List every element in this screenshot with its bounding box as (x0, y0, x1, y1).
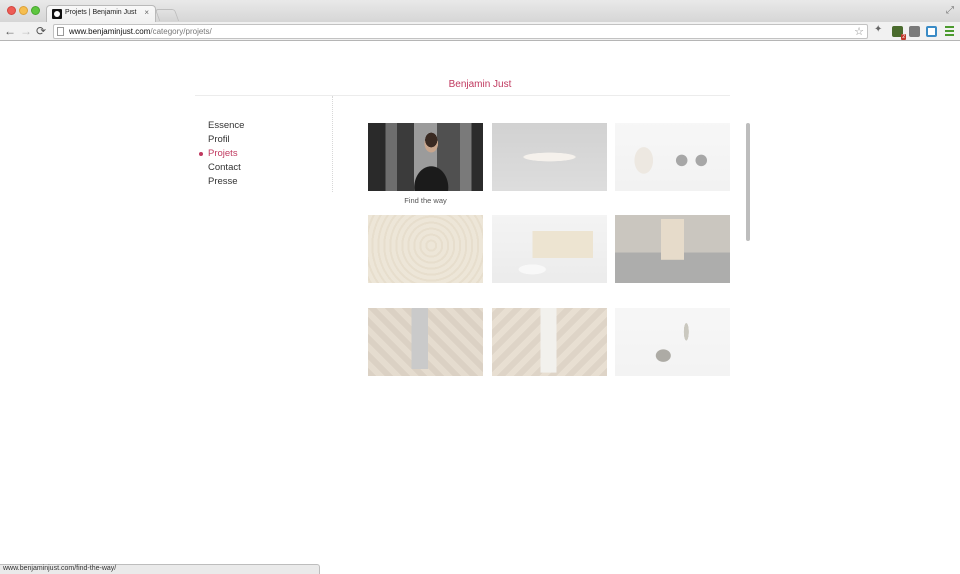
extension-screen-icon[interactable] (926, 26, 937, 37)
status-bar: www.benjaminjust.com/find-the-way/ (0, 564, 320, 574)
project-thumbnail[interactable] (492, 215, 607, 283)
browser-toolbar: ← → ⟳ www.benjaminjust.com/category/proj… (0, 22, 960, 41)
close-window-button[interactable] (7, 6, 16, 15)
nav-item-profil[interactable]: Profil (208, 133, 244, 147)
thumbnail-fade-overlay (368, 215, 483, 283)
url-path: /category/projets/ (150, 27, 212, 36)
thumbnail-fade-overlay (492, 308, 607, 376)
site-nav: Essence Profil Projets Contact Presse (199, 119, 244, 189)
nav-item-essence[interactable]: Essence (208, 119, 244, 133)
forward-button[interactable]: → (20, 24, 32, 38)
project-thumbnail[interactable] (492, 123, 607, 191)
thumbnail-fade-overlay (615, 215, 730, 283)
nav-item-projets[interactable]: Projets (199, 147, 244, 161)
nav-item-label: Contact (208, 162, 241, 173)
person-drawing-photo (368, 123, 483, 191)
extension-grid-icon[interactable] (909, 26, 920, 37)
project-thumbnail[interactable] (368, 308, 483, 376)
bookmark-star-icon[interactable]: ☆ (854, 25, 864, 38)
tab-close-icon[interactable]: × (144, 8, 149, 17)
nav-item-label: Presse (208, 176, 238, 187)
project-thumbnail[interactable] (492, 308, 607, 376)
new-tab-button[interactable] (154, 9, 180, 21)
project-thumbnail[interactable] (368, 215, 483, 283)
status-url: www.benjaminjust.com/find-the-way/ (3, 565, 117, 572)
browser-menu-icon[interactable] (945, 26, 954, 36)
nav-item-contact[interactable]: Contact (208, 161, 244, 175)
thumbnail-fade-overlay (615, 123, 730, 191)
active-bullet-icon (199, 152, 203, 156)
site-favicon-icon (52, 9, 62, 19)
site-title[interactable]: Benjamin Just (0, 79, 960, 90)
thumbnail-fade-overlay (615, 308, 730, 376)
maximize-window-button[interactable] (31, 6, 40, 15)
extension-green-icon[interactable]: 2 (892, 26, 906, 40)
nav-divider (332, 96, 333, 192)
extension-badge: 2 (901, 34, 906, 40)
gallery-scrollbar[interactable] (746, 123, 750, 241)
reload-button[interactable]: ⟳ (36, 24, 46, 38)
extension-sparkle-icon[interactable]: ✦ (874, 24, 885, 35)
project-thumbnail[interactable] (615, 308, 730, 376)
window-titlebar: Projets | Benjamin Just × ⤢ (0, 0, 960, 22)
header-divider (195, 95, 730, 96)
thumbnail-fade-overlay (492, 215, 607, 283)
nav-item-label: Projets (208, 148, 238, 159)
fullscreen-icon[interactable]: ⤢ (946, 5, 954, 16)
minimize-window-button[interactable] (19, 6, 28, 15)
project-thumbnail[interactable] (615, 123, 730, 191)
url-host: www.benjaminjust.com (69, 27, 151, 36)
tab-title: Projets | Benjamin Just (65, 9, 137, 16)
thumbnail-fade-overlay (368, 308, 483, 376)
browser-tab[interactable]: Projets | Benjamin Just × (46, 5, 156, 22)
nav-item-label: Essence (208, 120, 245, 131)
page-icon (57, 27, 64, 36)
thumbnail-fade-overlay (492, 123, 607, 191)
url-text[interactable]: www.benjaminjust.com/category/projets/ (69, 27, 212, 36)
project-caption[interactable]: Find the way (368, 196, 483, 205)
nav-item-label: Profil (208, 134, 230, 145)
project-thumbnail[interactable] (615, 215, 730, 283)
project-thumbnail[interactable] (368, 123, 483, 191)
nav-item-presse[interactable]: Presse (208, 175, 244, 189)
address-bar[interactable]: www.benjaminjust.com/category/projets/ ☆ (53, 24, 868, 39)
back-button[interactable]: ← (4, 24, 16, 38)
